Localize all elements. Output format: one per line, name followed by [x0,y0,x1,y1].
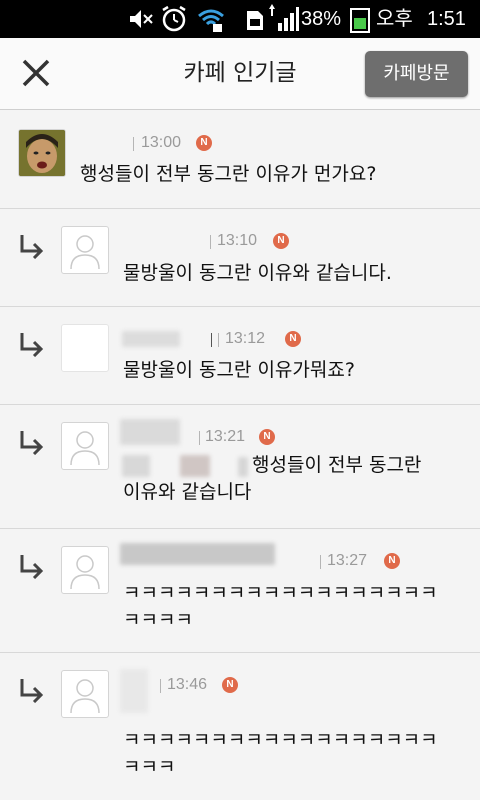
signal-icon [269,4,299,31]
profile-photo-icon [19,130,65,176]
post-item-original[interactable]: 13:00 N 행성들이 전부 동그란 이유가 먼가요? [0,110,480,209]
new-badge: N [259,429,275,445]
comment-item[interactable]: 13:10 N 물방울이 동그란 이유와 같습니다. [0,209,480,307]
divider [133,137,134,151]
blurred-nickname [120,419,180,445]
reply-arrow-icon [20,333,44,357]
blurred-nickname [120,669,148,713]
comment-item[interactable]: 13:27 N ㅋㅋㅋㅋㅋㅋㅋㅋㅋㅋㅋㅋㅋㅋㅋㅋㅋㅋ ㅋㅋㅋㅋ [0,529,480,653]
divider [320,555,321,569]
blurred-nickname [122,331,180,347]
avatar-placeholder [61,226,109,274]
blurred-mention [180,455,210,477]
clock-time: 1:51 [427,8,466,30]
mute-icon [130,10,153,28]
blurred-mention [238,457,248,477]
comment-item[interactable]: 13:21 N 행성들이 전부 동그란 이유와 같습니다 [0,405,480,529]
clock-ampm: 오후 [376,8,413,30]
post-time: 13:10 [217,232,258,249]
default-profile-icon [70,555,100,590]
avatar [18,129,66,177]
status-bar: 38% 오후 1:51 [0,0,480,38]
post-time: 13:46 [167,676,208,693]
battery-percent: 38% [301,8,342,30]
cafe-visit-button[interactable]: 카페방문 [365,51,468,97]
reply-arrow-icon [20,679,44,703]
post-text-line: ㅋㅋㅋㅋ [123,609,193,631]
reply-arrow-icon [20,555,44,579]
new-badge: N [222,677,238,693]
post-text-line: 물방울이 동그란 이유가뭐죠? [123,359,355,381]
default-profile-icon [70,431,100,466]
sd-card-icon [247,11,263,30]
close-icon[interactable] [18,55,54,91]
reply-arrow-icon [20,235,44,259]
divider [210,235,211,249]
alarm-icon [162,5,186,32]
divider [218,333,219,347]
post-time: 13:12 [225,330,266,347]
default-profile-icon [70,679,100,714]
divider [160,679,161,693]
avatar-placeholder [61,546,109,594]
header-bar: 카페 인기글 카페방문 [0,38,480,110]
post-text-line: 행성들이 전부 동그란 [252,454,422,476]
blurred-mention [122,455,150,477]
avatar-placeholder [61,324,109,372]
post-text-line: ㅋㅋㅋㅋㅋㅋㅋㅋㅋㅋㅋㅋㅋㅋㅋㅋㅋㅋ [123,582,438,604]
post-text-line: ㅋㅋㅋㅋㅋㅋㅋㅋㅋㅋㅋㅋㅋㅋㅋㅋㅋㅋ [123,729,438,751]
post-text-line: 행성들이 전부 동그란 이유가 먼가요? [80,163,377,185]
default-profile-icon [70,235,100,270]
post-time: 13:21 [205,428,246,445]
avatar-placeholder [61,422,109,470]
reply-arrow-icon [20,431,44,455]
comment-item[interactable]: 13:12 N 물방울이 동그란 이유가뭐죠? [0,307,480,405]
blurred-nickname [120,543,275,565]
post-text-line: ㅋㅋㅋ [123,756,176,778]
wifi-icon [198,9,224,32]
divider [199,431,200,445]
new-badge: N [285,331,301,347]
post-text-line: 이유와 같습니다 [123,481,252,503]
divider [211,333,212,347]
post-text-line: 물방울이 동그란 이유와 같습니다. [123,262,392,284]
new-badge: N [384,553,400,569]
avatar-placeholder [61,670,109,718]
comment-item[interactable]: 13:46 N ㅋㅋㅋㅋㅋㅋㅋㅋㅋㅋㅋㅋㅋㅋㅋㅋㅋㅋ ㅋㅋㅋ [0,653,480,800]
new-badge: N [196,135,212,151]
new-badge: N [273,233,289,249]
post-time: 13:27 [327,552,368,569]
post-time: 13:00 [141,134,182,151]
battery-icon [350,8,370,33]
